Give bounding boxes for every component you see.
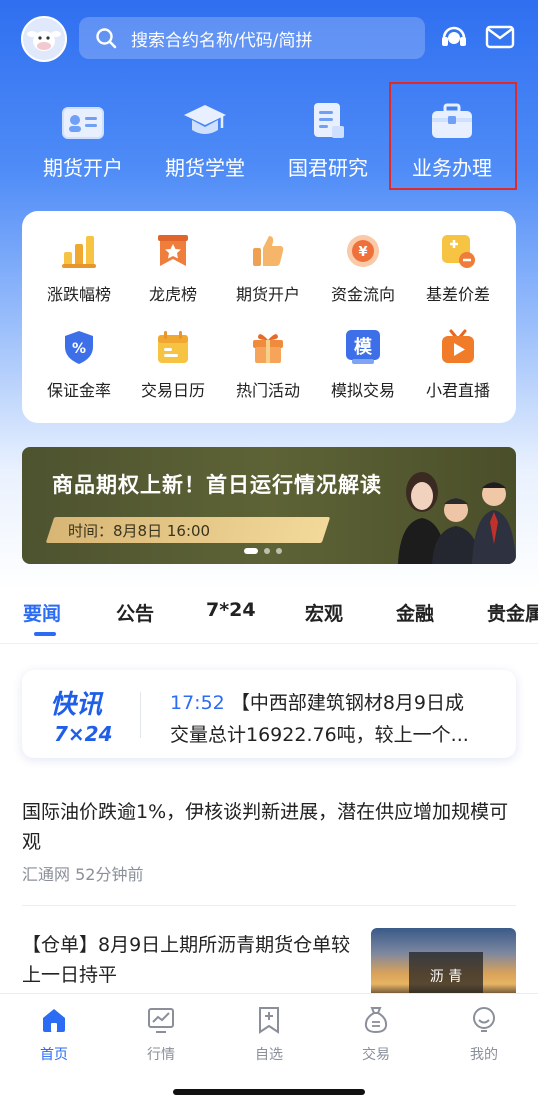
graduation-cap-icon (180, 96, 230, 146)
flash-logo: 快讯 (50, 690, 103, 720)
carousel-dot (264, 548, 270, 554)
plus-minus-icon (438, 231, 478, 271)
primary-action-label: 期货学堂 (165, 156, 245, 180)
bar-chart-icon (59, 231, 99, 271)
news-tabs: 要闻 公告 7*24 宏观 金融 贵金属 (0, 597, 538, 642)
mail-icon[interactable] (483, 20, 517, 54)
document-icon (303, 96, 353, 146)
flash-news-card[interactable]: 快讯 7×24 17:52 【中西部建筑钢材8月9日成 交量总计16922.76… (22, 670, 516, 758)
flash-logo-sub: 7×24 (54, 722, 113, 746)
grid-item-label: 交易日历 (140, 381, 205, 400)
grid-item-label: 期货开户 (235, 285, 300, 304)
nav-market[interactable]: 行情 (121, 1004, 201, 1064)
primary-action-label: 期货开户 (43, 156, 123, 180)
news-item-title[interactable]: 国际油价跌逾1%，伊核谈判新进展，潜在供应增加规模可观 (22, 797, 516, 857)
carousel-dots (244, 548, 282, 554)
news-divider (22, 905, 516, 906)
percent-shield-icon: % (59, 327, 99, 367)
grid-item-live[interactable]: 小君直播 (409, 327, 507, 401)
promo-banner[interactable]: 商品期权上新！首日运行情况解读 时间：8月8日 16:00 (22, 447, 516, 564)
tab-headlines[interactable]: 要闻 (23, 599, 61, 626)
grid-item-label: 涨跌幅榜 (46, 285, 111, 304)
tab-finance[interactable]: 金融 (396, 599, 434, 626)
thumbnail-caption: 沥 青 (409, 952, 483, 998)
grid-item-gainers[interactable]: 涨跌幅榜 (30, 231, 128, 305)
grid-item-basis-spread[interactable]: 基差价差 (409, 231, 507, 305)
grid-item-label: 基差价差 (425, 285, 490, 304)
tab-indicator (34, 632, 56, 636)
grid-item-label: 小君直播 (425, 381, 490, 400)
search-placeholder: 搜索合约名称/代码/简拼 (131, 30, 313, 51)
grid-item-trade-calendar[interactable]: 交易日历 (124, 327, 222, 401)
primary-action-school[interactable]: 期货学堂 (145, 96, 265, 181)
highlight-box (389, 82, 517, 190)
flash-headline-line2: 交量总计16922.76吨，较上一个... (170, 724, 469, 746)
money-bag-icon (360, 1004, 392, 1036)
headset-icon[interactable] (437, 20, 471, 54)
tab-7x24[interactable]: 7*24 (206, 599, 256, 621)
simulate-icon: 模 (343, 327, 383, 367)
grid-item-label: 龙虎榜 (148, 285, 197, 304)
nav-label: 自选 (255, 1047, 283, 1063)
feature-grid: 涨跌幅榜 龙虎榜 期货开户 ¥ 资金流向 基差价差 % 保证金率 交易日历 热门… (22, 211, 516, 423)
nav-profile[interactable]: 我的 (444, 1004, 524, 1064)
nav-label: 首页 (40, 1047, 68, 1063)
nav-label: 行情 (147, 1047, 175, 1063)
cow-avatar-icon[interactable] (21, 16, 67, 62)
primary-action-research[interactable]: 国君研究 (268, 96, 388, 181)
primary-action-open-account[interactable]: 期货开户 (23, 96, 143, 181)
calendar-icon (153, 327, 193, 367)
carousel-dot (244, 548, 258, 554)
tab-divider (0, 643, 538, 644)
svg-text:%: % (72, 341, 86, 357)
tab-precious-metals[interactable]: 贵金属 (487, 599, 538, 626)
nav-watchlist[interactable]: 自选 (229, 1004, 309, 1064)
gift-icon (248, 327, 288, 367)
yuan-coin-icon: ¥ (343, 231, 383, 271)
id-card-icon (58, 96, 108, 146)
grid-item-label: 保证金率 (46, 381, 111, 400)
profile-icon (468, 1004, 500, 1036)
tv-play-icon (438, 327, 478, 367)
presenter-photo (398, 472, 516, 564)
grid-item-margin-rate[interactable]: % 保证金率 (30, 327, 128, 401)
nav-trade[interactable]: 交易 (336, 1004, 416, 1064)
news-item-meta: 汇通网 52分钟前 (22, 865, 144, 884)
flash-divider (140, 692, 141, 738)
grid-item-hot-events[interactable]: 热门活动 (219, 327, 317, 401)
nav-label: 交易 (362, 1047, 390, 1063)
home-indicator (173, 1089, 365, 1095)
thumbs-up-icon (248, 231, 288, 271)
grid-item-dragon-tiger[interactable]: 龙虎榜 (124, 231, 222, 305)
tab-announcements[interactable]: 公告 (116, 599, 154, 626)
banner-time: 时间：8月8日 16:00 (68, 522, 211, 540)
grid-item-label: 热门活动 (235, 381, 300, 400)
grid-item-label: 资金流向 (330, 285, 395, 304)
news-thumbnail[interactable]: 沥 青 (371, 928, 516, 998)
svg-text:¥: ¥ (358, 245, 367, 260)
flash-headline-line1: 17:52 【中西部建筑钢材8月9日成 (170, 688, 464, 715)
nav-label: 我的 (470, 1047, 498, 1063)
tab-macro[interactable]: 宏观 (305, 599, 343, 626)
bookmark-plus-icon (253, 1004, 285, 1036)
grid-item-label: 模拟交易 (330, 381, 395, 400)
news-item-title[interactable]: 【仓单】8月9日上期所沥青期货仓单较上一日持平 (22, 930, 352, 990)
nav-home[interactable]: 首页 (14, 1004, 94, 1064)
carousel-dot (276, 548, 282, 554)
home-icon (38, 1004, 70, 1036)
grid-item-open-account[interactable]: 期货开户 (219, 231, 317, 305)
market-chart-icon (145, 1004, 177, 1036)
banner-title: 商品期权上新！首日运行情况解读 (52, 473, 382, 497)
flash-headline: 【中西部建筑钢材8月9日成 (230, 692, 464, 714)
primary-action-label: 国君研究 (288, 156, 368, 180)
ribbon-star-icon (153, 231, 193, 271)
grid-item-capital-flow[interactable]: ¥ 资金流向 (314, 231, 412, 305)
flash-time: 17:52 (170, 692, 225, 714)
grid-item-simulated-trading[interactable]: 模 模拟交易 (314, 327, 412, 401)
search-icon (96, 28, 117, 49)
search-input[interactable]: 搜索合约名称/代码/简拼 (79, 17, 425, 59)
